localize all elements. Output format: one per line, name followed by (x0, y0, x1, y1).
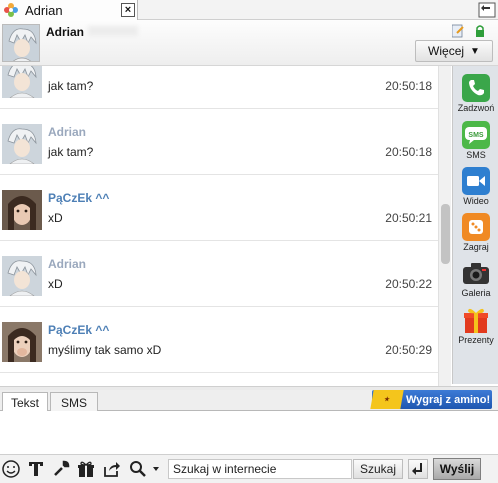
message-row (0, 373, 438, 386)
blurred-status (88, 26, 138, 36)
tab-title: Adrian (25, 2, 63, 18)
enter-key-icon[interactable] (408, 459, 428, 479)
message-time: 20:50:18 (385, 145, 432, 159)
action-sidebar: Zadzwoń SMS SMS Wideo Zagraj Galeria Pre… (452, 66, 498, 384)
input-tab-bar: Tekst SMS ★ Wygraj z amino! (0, 390, 498, 412)
sidebar-item-label: Zagraj (463, 242, 489, 252)
chat-tab[interactable]: Adrian × (0, 0, 138, 20)
sidebar-item-game[interactable]: Zagraj (453, 213, 498, 252)
message-scrollbar[interactable] (438, 66, 451, 386)
sidebar-item-label: Galeria (461, 288, 491, 298)
emoticon-icon[interactable] (1, 459, 21, 479)
bottom-toolbar: Szukaj Wyślij (0, 455, 498, 483)
message-list[interactable]: jak tam? 20:50:18 Adrian jak tam? 20:50:… (0, 66, 438, 386)
message-text: jak tam? (48, 145, 94, 159)
sms-icon: SMS (462, 121, 490, 149)
more-button-label: Więcej (428, 44, 465, 58)
message-time: 20:50:22 (385, 277, 432, 291)
avatar (2, 124, 42, 164)
sidebar-item-label: SMS (466, 150, 486, 160)
header-icons (451, 24, 492, 38)
sidebar-item-gifts[interactable]: Prezenty (453, 306, 498, 345)
svg-text:SMS: SMS (468, 132, 484, 139)
message-text: myślimy tak samo xD (48, 343, 162, 357)
web-search-input[interactable] (168, 459, 352, 479)
search-button[interactable]: Szukaj (353, 459, 403, 479)
search-engine-icon[interactable] (128, 459, 164, 479)
close-icon[interactable]: × (121, 3, 135, 17)
more-button[interactable]: Więcej ▼ (415, 40, 493, 62)
phone-icon (462, 74, 490, 102)
message-time: 20:50:21 (385, 211, 432, 225)
message-input[interactable] (0, 411, 498, 455)
chevron-down-icon: ▼ (470, 45, 480, 57)
message-row: PąCzEk ^^ myślimy tak samo xD 20:50:29 (0, 307, 438, 373)
sidebar-item-gallery[interactable]: Galeria (453, 259, 498, 298)
message-author: PąCzEk ^^ (48, 323, 110, 337)
video-icon (462, 167, 490, 195)
tab-sms[interactable]: SMS (50, 392, 98, 412)
gift-small-icon[interactable] (76, 459, 96, 479)
chat-window: Adrian × Adrian Więcej ▼ jak tam? 20:50:… (0, 0, 498, 483)
tools-icon[interactable] (51, 459, 71, 479)
tab-bar: Adrian × (0, 0, 498, 20)
avatar (2, 256, 42, 296)
message-row: Adrian xD 20:50:22 (0, 241, 438, 307)
contact-avatar[interactable] (2, 24, 40, 62)
share-icon[interactable] (102, 459, 122, 479)
sidebar-item-label: Zadzwoń (457, 103, 495, 113)
contact-header: Adrian Więcej ▼ (0, 20, 498, 66)
avatar (2, 66, 42, 98)
tab-text[interactable]: Tekst (2, 392, 48, 412)
message-author: PąCzEk ^^ (48, 191, 110, 205)
sidebar-item-sms[interactable]: SMS SMS (453, 121, 498, 160)
sidebar-item-video[interactable]: Wideo (453, 167, 498, 206)
promo-text: Wygraj z amino! (406, 393, 491, 406)
sidebar-item-label: Wideo (463, 196, 489, 206)
text-format-icon[interactable] (26, 459, 46, 479)
message-text: xD (48, 277, 63, 291)
message-row: Adrian jak tam? 20:50:18 (0, 109, 438, 175)
message-row: jak tam? 20:50:18 (0, 66, 438, 109)
message-time: 20:50:18 (385, 79, 432, 93)
message-text: xD (48, 211, 63, 225)
game-icon (462, 213, 490, 241)
message-time: 20:50:29 (385, 343, 432, 357)
camera-icon (462, 259, 490, 287)
gift-icon (462, 306, 490, 334)
avatar (2, 322, 42, 362)
message-author: Adrian (48, 125, 87, 139)
message-row: PąCzEk ^^ xD 20:50:21 (0, 175, 438, 241)
scrollbar-thumb[interactable] (441, 204, 450, 264)
promo-banner[interactable]: ★ Wygraj z amino! (370, 390, 492, 409)
sidebar-item-call[interactable]: Zadzwoń (453, 74, 498, 113)
avatar (2, 190, 42, 230)
message-author: Adrian (48, 257, 87, 271)
promo-badge: ★ (370, 390, 404, 409)
gadu-flower-icon (3, 2, 19, 18)
contact-name: Adrian (46, 25, 85, 39)
undock-icon[interactable] (478, 2, 496, 18)
message-text: jak tam? (48, 79, 94, 93)
send-button[interactable]: Wyślij (433, 458, 481, 480)
sidebar-item-label: Prezenty (458, 335, 494, 345)
